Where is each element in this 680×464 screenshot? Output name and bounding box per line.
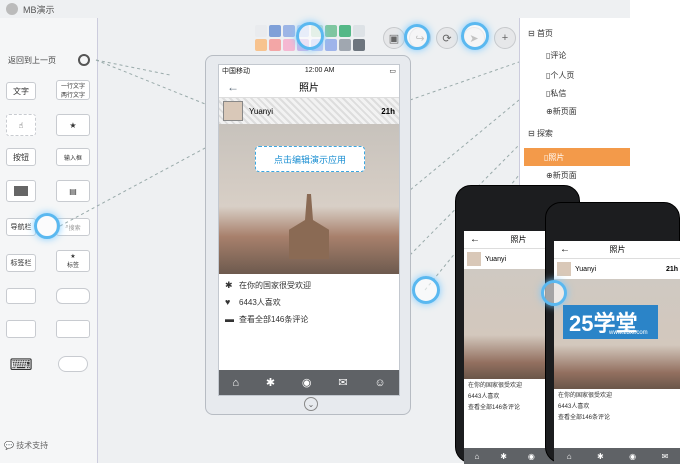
logo-subtext: www.25xt.com: [609, 330, 648, 336]
page-label: 新页面: [552, 171, 577, 180]
post-age: 21h: [381, 106, 395, 116]
post-photo: 点击编辑演示应用: [219, 124, 399, 274]
tab-bar: ⌂ ✱ ◉ ✉ ☺: [219, 370, 399, 395]
avatar: [467, 252, 481, 266]
expand-chevron-icon[interactable]: ⌄: [304, 397, 318, 411]
building-image: [289, 194, 329, 259]
user-row[interactable]: Yuanyi 21h: [219, 98, 399, 124]
preview-info: 在你的国家很受欢迎 6443人喜欢查看全部146条评论: [554, 389, 680, 426]
battery-icon: ▭: [389, 67, 396, 75]
avatar: [223, 101, 243, 121]
explore-icon: ✱: [500, 451, 507, 461]
preview-user: Yuanyi 21h: [554, 259, 680, 279]
heart-icon: ♥: [225, 297, 231, 307]
preview-tabbar: ⌂ ✱ ◉ ✉: [554, 448, 680, 464]
camera-icon: ◉: [527, 451, 535, 461]
comments-text: 查看全部146条评论: [558, 415, 611, 421]
likes-text: 6443人喜欢: [239, 298, 281, 307]
explore-icon: ✱: [597, 451, 604, 461]
post-info: ✱ 在你的国家很受欢迎 ♥ 6443人喜欢 ▬ 查看全部146条评论: [219, 274, 399, 331]
carrier: 中国移动: [222, 67, 250, 75]
page-label: 评论: [550, 51, 567, 60]
page-label: 私信: [550, 89, 567, 98]
add-page-button[interactable]: ⊕ 新页面: [546, 170, 577, 181]
phone-mockup: 中国移动 12:00 AM ▭ ← 照片 Yuanyi 21h 点击编辑演示应用 ✱ 在你…: [205, 55, 411, 415]
page-label: 个人页: [550, 71, 575, 80]
page-group-explore[interactable]: ⊟ 探索: [528, 128, 553, 139]
nav-title: 照片: [299, 83, 319, 94]
popular-text: 在你的国家很受欢迎: [239, 281, 311, 290]
phone-screen: 中国移动 12:00 AM ▭ ← 照片 Yuanyi 21h 点击编辑演示应用 ✱ 在你…: [218, 64, 400, 396]
clock: 12:00 AM: [304, 67, 335, 74]
home-icon: ⌂: [474, 451, 480, 461]
preview-title: 照片: [510, 235, 527, 244]
edit-demo-button[interactable]: 点击编辑演示应用: [255, 146, 365, 172]
username: Yuanyi: [485, 255, 507, 263]
page-item-profile[interactable]: ▯ 个人页: [546, 70, 574, 81]
logo: 25学堂 www.25xt.com: [563, 305, 658, 339]
back-arrow-icon[interactable]: ←: [227, 80, 239, 94]
message-icon[interactable]: ✉: [338, 376, 347, 389]
highlight-marker: [404, 24, 430, 50]
preview-title: 照片: [609, 245, 626, 254]
preview-screen: ← 照片 Yuanyi 21h 在你的国家很受欢迎 6443人喜欢查看全部146条评论…: [554, 241, 680, 464]
page-label: 首页: [536, 29, 553, 38]
add-page-button[interactable]: ⊕ 新页面: [546, 106, 577, 117]
page-label: 照片: [548, 152, 565, 162]
post-age: 21h: [665, 265, 678, 273]
highlight-marker: [412, 276, 440, 304]
popular-text: 在你的国家很受欢迎: [558, 393, 613, 399]
home-icon: ⌂: [566, 451, 572, 461]
explore-icon[interactable]: ✱: [266, 376, 275, 389]
page-item-photo[interactable]: ▯ 照片: [524, 148, 630, 166]
page-item-comments[interactable]: ▯ 评论: [546, 50, 566, 61]
highlight-marker: [541, 280, 567, 306]
profile-icon[interactable]: ☺: [374, 377, 385, 389]
nav-bar: ← 照片: [219, 76, 399, 98]
star-icon: ✱: [225, 280, 233, 290]
page-label: 新页面: [552, 107, 577, 116]
comment-icon: ▬: [225, 314, 234, 324]
highlight-marker: [34, 213, 60, 239]
back-arrow-icon: ←: [470, 234, 480, 245]
username: Yuanyi: [575, 265, 597, 273]
username: Yuanyi: [249, 106, 274, 116]
status-bar: 中国移动 12:00 AM ▭: [219, 65, 399, 76]
likes-text: 6443人喜欢: [558, 404, 590, 410]
page-group-home[interactable]: ⊟ 首页: [528, 28, 553, 39]
page-item-messages[interactable]: ▯ 私信: [546, 88, 566, 99]
highlight-marker: [461, 22, 489, 50]
camera-icon[interactable]: ◉: [302, 376, 312, 389]
camera-icon: ◉: [629, 451, 637, 461]
back-arrow-icon: ←: [560, 244, 570, 255]
comments-link[interactable]: 查看全部146条评论: [239, 311, 308, 328]
highlight-marker: [296, 22, 324, 50]
avatar: [557, 262, 571, 276]
message-icon: ✉: [661, 451, 669, 461]
home-icon[interactable]: ⌂: [232, 377, 239, 389]
page-label: 探索: [536, 129, 553, 138]
preview-nav: ← 照片: [554, 241, 680, 259]
